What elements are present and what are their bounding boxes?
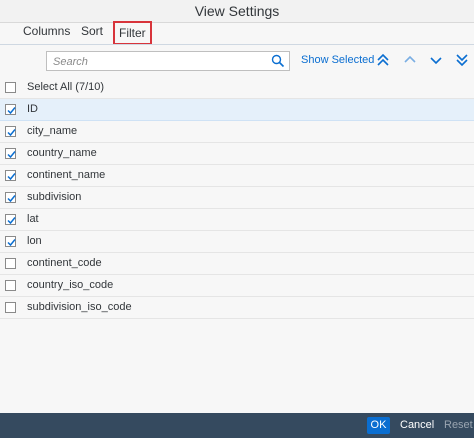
list-item[interactable]: subdivision [0,187,474,209]
checkmark-icon [7,217,16,225]
checkmark-icon [7,151,16,159]
move-up-icon[interactable] [402,52,418,68]
tab-sort-label: Sort [81,24,104,38]
item-checkbox[interactable] [5,192,16,203]
list-item-label: continent_name [27,169,106,181]
select-all-label: Select All (7/10) [27,81,105,93]
item-checkbox[interactable] [5,302,16,313]
item-checkbox[interactable] [5,170,16,181]
list-item-label: lon [27,235,42,247]
list-item-label: subdivision_iso_code [27,301,132,313]
reset-button[interactable]: Reset [444,417,473,434]
dialog-header: View Settings [0,0,474,23]
toolbar: Show Selected [0,45,474,75]
cancel-button[interactable]: Cancel [400,417,434,434]
list-item[interactable]: continent_code [0,253,474,275]
checkmark-icon [7,173,16,181]
list-item[interactable]: country_iso_code [0,275,474,297]
tab-columns[interactable]: Columns [21,23,72,44]
item-checkbox[interactable] [5,280,16,291]
list-item[interactable]: city_name [0,121,474,143]
search-field[interactable] [46,51,290,71]
list-item-label: ID [27,103,38,115]
list-item-label: country_iso_code [27,279,114,291]
list-item[interactable]: lat [0,209,474,231]
select-all-checkbox[interactable] [5,82,16,93]
select-all-row[interactable]: Select All (7/10) [0,77,474,99]
tab-columns-label: Columns [23,24,71,38]
checkmark-icon [7,195,16,203]
column-list: Select All (7/10) ID city_name country_nam… [0,77,474,319]
list-item[interactable]: subdivision_iso_code [0,297,474,319]
list-item-label: country_name [27,147,97,159]
row-divider [0,318,474,319]
tab-filter[interactable]: Filter [113,21,152,45]
item-checkbox[interactable] [5,214,16,225]
list-item[interactable]: continent_name [0,165,474,187]
move-to-top-icon[interactable] [375,52,391,68]
search-input[interactable] [53,55,263,68]
item-checkbox[interactable] [5,236,16,247]
move-to-bottom-icon[interactable] [454,52,470,68]
dialog-title: View Settings [194,3,280,19]
ok-button[interactable]: OK [367,417,390,434]
search-icon[interactable] [271,54,285,68]
dialog-footer: OK Cancel Reset [0,413,474,438]
item-checkbox[interactable] [5,126,16,137]
checkmark-icon [7,107,16,115]
checkmark-icon [7,239,16,247]
show-selected-button[interactable]: Show Selected [301,54,374,66]
list-item[interactable]: lon [0,231,474,253]
checkmark-icon [7,129,16,137]
tab-sort[interactable]: Sort [79,23,105,44]
list-item-label: lat [27,213,39,225]
item-checkbox[interactable] [5,258,16,269]
item-checkbox[interactable] [5,104,16,115]
tab-bar: Columns Sort Filter [0,21,474,45]
list-item[interactable]: country_name [0,143,474,165]
move-down-icon[interactable] [428,52,444,68]
item-checkbox[interactable] [5,148,16,159]
list-item-label: continent_code [27,257,102,269]
list-item[interactable]: ID [0,99,474,121]
list-item-label: subdivision [27,191,82,203]
list-item-label: city_name [27,125,78,137]
tab-filter-label: Filter [119,26,146,40]
